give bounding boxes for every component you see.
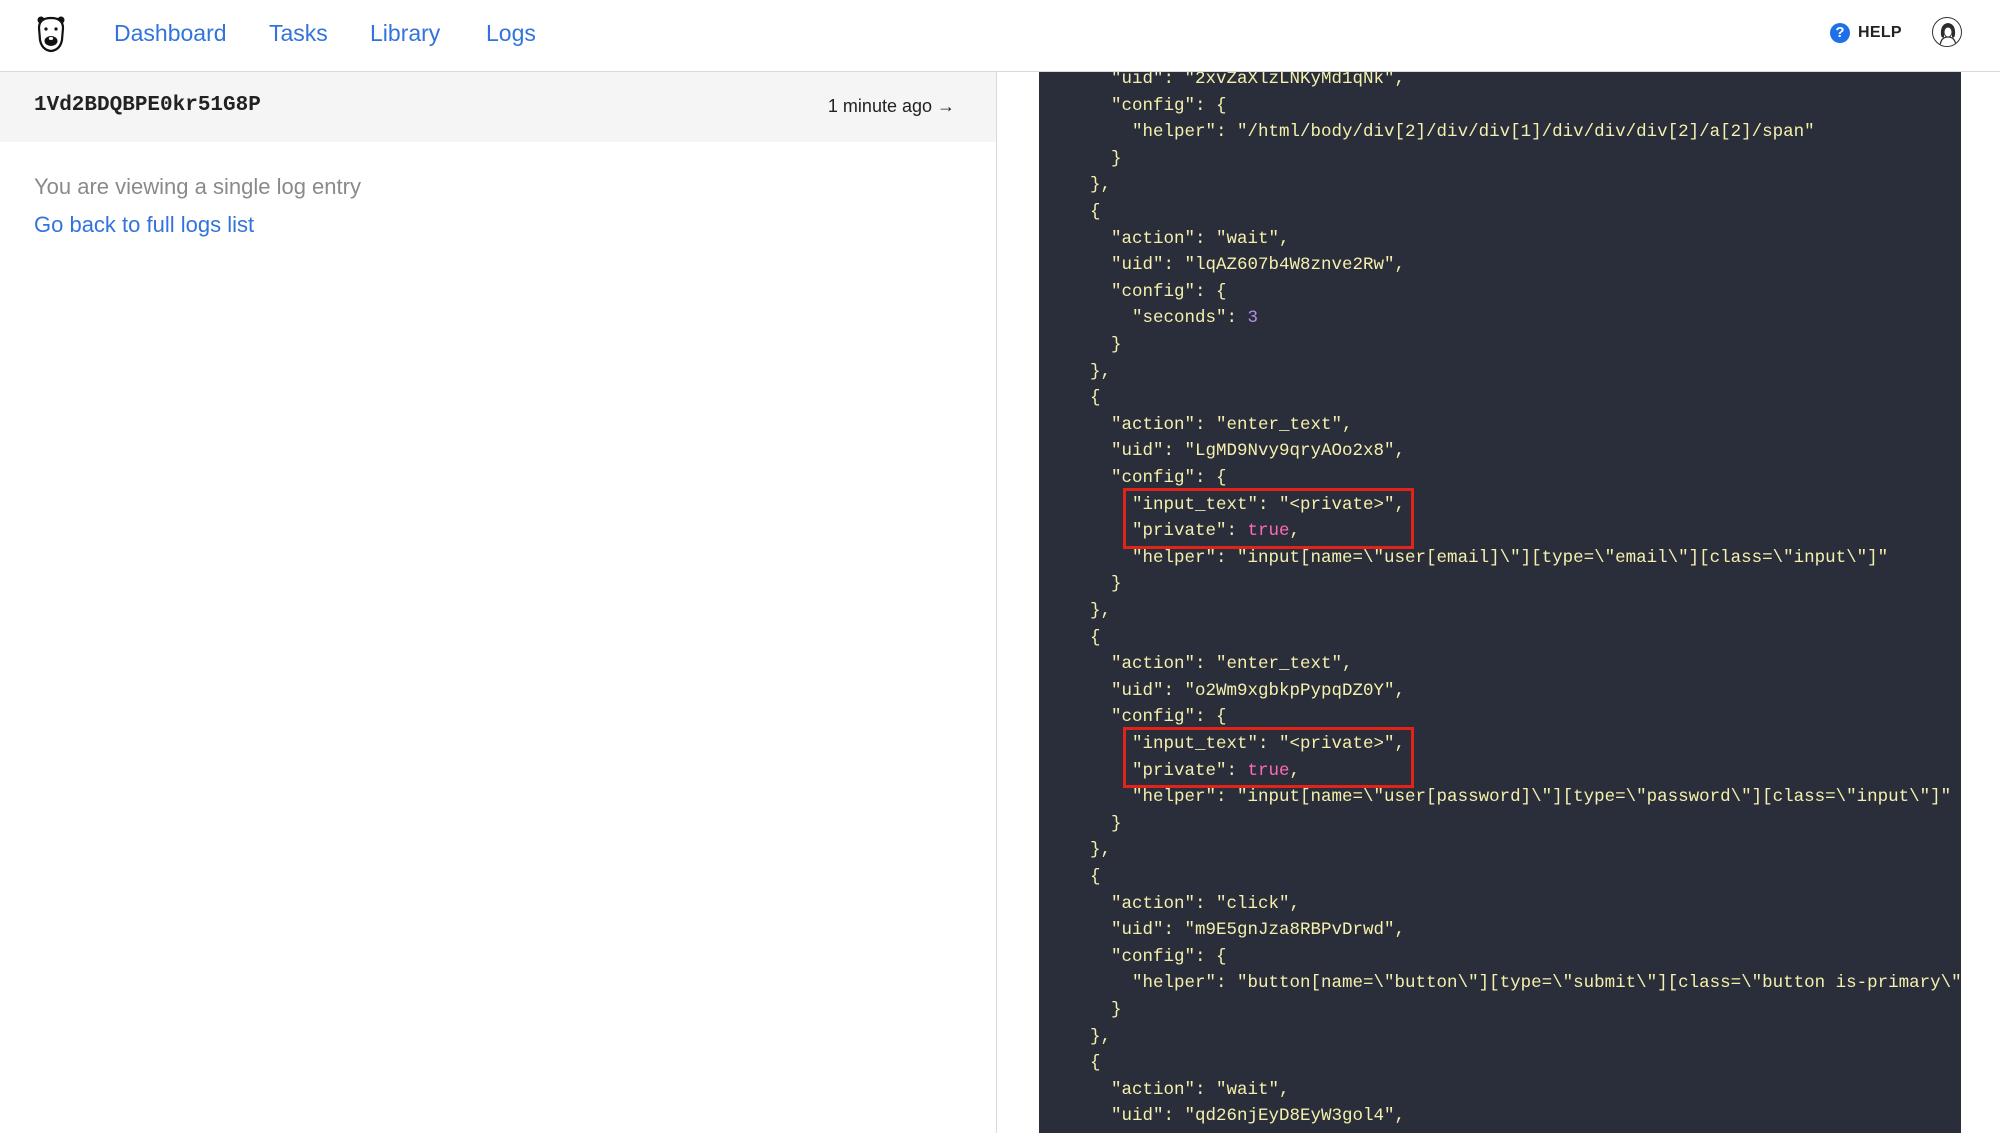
code-line: "uid": "lqAZ607b4W8znve2Rw", xyxy=(1069,255,1406,276)
code-line: "seconds": 3 xyxy=(1069,308,1259,329)
code-line: "action": "wait", xyxy=(1069,1079,1290,1100)
code-line: "action": "wait", xyxy=(1069,228,1290,249)
code-line: } xyxy=(1069,574,1122,595)
code-line: }, xyxy=(1069,175,1112,196)
code-line: }, xyxy=(1069,361,1112,382)
log-entry-panel: 1Vd2BDQBPE0kr51G8P 1 minute ago → You ar… xyxy=(0,72,997,1133)
code-line: { xyxy=(1069,627,1101,648)
nav-link-dashboard[interactable]: Dashboard xyxy=(114,18,227,48)
code-line: }, xyxy=(1069,601,1112,621)
code-line: "uid": "LgMD9Nvy9qryAOo2x8", xyxy=(1069,441,1406,462)
code-line: "config": { xyxy=(1069,281,1227,302)
log-entry-id: 1Vd2BDQBPE0kr51G8P xyxy=(34,94,261,117)
code-line: "helper": "/html/body/div[2]/div/div[1]/… xyxy=(1069,122,1815,143)
log-entry-header: 1Vd2BDQBPE0kr51G8P 1 minute ago → xyxy=(0,72,996,142)
code-line: "uid": "o2Wm9xgbkpPypqDZ0Y", xyxy=(1069,680,1406,701)
private-fields-highlight xyxy=(1123,487,1414,549)
code-line: { xyxy=(1069,202,1101,222)
code-line: "uid": "m9E5gnJza8RBPvDrwd", xyxy=(1069,920,1406,941)
code-line: "action": "enter_text", xyxy=(1069,414,1353,435)
code-line: "uid": "qd26njEyD8EyW3gol4", xyxy=(1069,1106,1406,1127)
nav-link-logs[interactable]: Logs xyxy=(486,18,536,48)
code-line: } xyxy=(1069,1000,1122,1020)
help-icon: ? xyxy=(1830,23,1850,43)
help-label: HELP xyxy=(1858,24,1902,41)
code-line: "helper": "button[name=\"button\"][type=… xyxy=(1069,973,1961,994)
user-avatar-icon[interactable] xyxy=(1932,17,1962,47)
code-line: }, xyxy=(1069,1026,1112,1047)
code-line: } xyxy=(1069,335,1122,355)
code-line: } xyxy=(1069,813,1122,834)
nav-link-tasks[interactable]: Tasks xyxy=(269,18,328,48)
log-entry-timestamp[interactable]: 1 minute ago → xyxy=(828,96,955,117)
single-entry-note: You are viewing a single log entry xyxy=(34,174,361,199)
code-line: } xyxy=(1069,148,1122,169)
code-line: "action": "click", xyxy=(1069,893,1301,914)
bear-logo-icon[interactable] xyxy=(34,14,68,54)
private-fields-highlight xyxy=(1123,727,1414,789)
nav-link-library[interactable]: Library xyxy=(370,18,440,48)
top-navbar: Dashboard Tasks Library Logs ? HELP xyxy=(0,0,2000,72)
back-to-logs-link[interactable]: Go back to full logs list xyxy=(34,212,254,238)
code-line: "config": { xyxy=(1069,946,1227,967)
code-line: }, xyxy=(1069,840,1112,861)
code-line: "config": { xyxy=(1069,95,1227,116)
help-button[interactable]: ? HELP xyxy=(1830,21,1902,45)
code-line: { xyxy=(1069,867,1101,887)
code-line: { xyxy=(1069,388,1101,409)
code-line: "action": "enter_text", xyxy=(1069,654,1353,675)
log-json-code-block[interactable]: "uid": "2xvZaXlzLNKyMd1qNk", "config": {… xyxy=(1039,72,1961,1133)
code-line: "uid": "2xvZaXlzLNKyMd1qNk", xyxy=(1069,72,1406,89)
code-line: { xyxy=(1069,1053,1101,1074)
